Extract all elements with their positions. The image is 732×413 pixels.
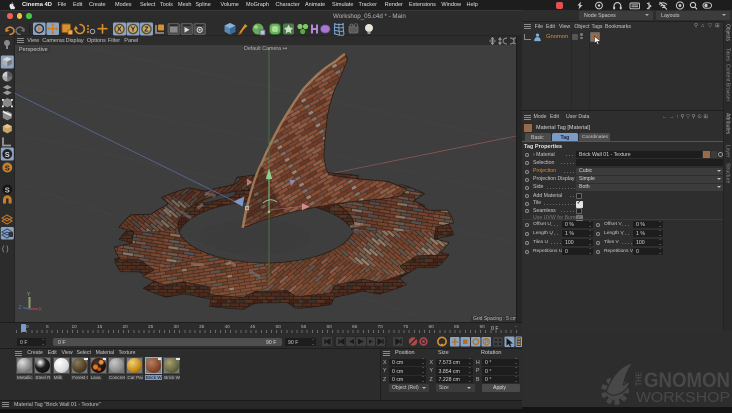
- svg-text:S: S: [5, 163, 10, 172]
- svg-text:GNOMON: GNOMON: [644, 369, 730, 392]
- svg-text:Z: Z: [144, 27, 149, 34]
- svg-text:THE: THE: [635, 371, 644, 386]
- svg-text:P: P: [485, 340, 489, 346]
- svg-text:X: X: [117, 27, 122, 34]
- svg-text:S: S: [5, 185, 10, 194]
- svg-text:Y: Y: [131, 27, 136, 34]
- svg-text:S: S: [5, 150, 10, 159]
- svg-text:WORKSHOP: WORKSHOP: [636, 390, 730, 405]
- svg-text:Z: Z: [19, 305, 22, 311]
- svg-text:( ): ( ): [2, 246, 9, 253]
